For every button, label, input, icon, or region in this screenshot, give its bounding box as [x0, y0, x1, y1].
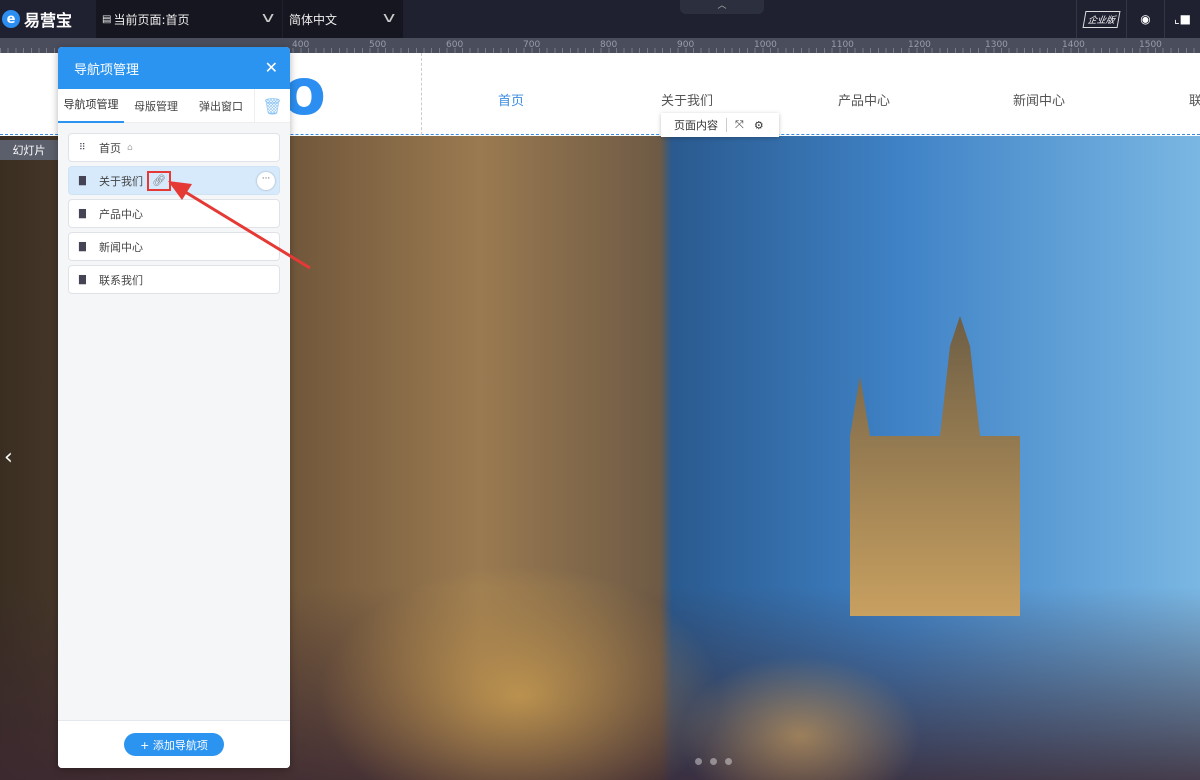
unlink-icon[interactable]: ⤧: [735, 118, 744, 132]
nav-item-contact[interactable]: ▇ 联系我们: [68, 265, 280, 294]
home-icon: ⌂: [127, 142, 133, 153]
site-nav-news[interactable]: 新闻中心: [1013, 90, 1065, 109]
preview-button[interactable]: ◉: [1126, 0, 1164, 38]
layout-button[interactable]: ⌞■: [1164, 0, 1200, 38]
logo-text: 易营宝: [24, 11, 73, 30]
site-nav-home[interactable]: 首页: [498, 90, 524, 109]
ruler-label: 800: [600, 40, 618, 50]
logo-mark: e: [2, 10, 20, 28]
chevron-up-icon: ︿: [717, 1, 727, 11]
header-divider: [421, 53, 422, 135]
site-nav-products[interactable]: 产品中心: [838, 90, 890, 109]
slideshow-label: 幻灯片: [0, 140, 58, 160]
language-value: 简体中文: [289, 12, 338, 27]
add-nav-item-button[interactable]: + 添加导航项: [124, 733, 224, 756]
nav-item-label: 新闻中心: [99, 240, 143, 254]
trash-icon[interactable]: 🗑: [254, 89, 290, 123]
tab-master[interactable]: 母版管理: [124, 98, 188, 114]
nav-item-label: 首页: [99, 141, 121, 155]
collapse-toolbar-handle[interactable]: ︿: [680, 0, 764, 14]
ruler-label: 600: [446, 40, 464, 50]
divider: [726, 118, 727, 132]
tab-nav-items[interactable]: 导航项管理: [58, 89, 124, 123]
language-selector[interactable]: 简体中文 v: [283, 0, 403, 38]
close-icon[interactable]: ✕: [265, 58, 278, 77]
edition-badge[interactable]: 企业版: [1076, 0, 1126, 38]
panel-footer: + 添加导航项: [58, 720, 290, 768]
page-icon: ▇: [79, 274, 86, 285]
ruler-label: 1500: [1139, 40, 1162, 50]
nav-item-about[interactable]: ▇ 关于我们 🔗︎ ···: [68, 166, 280, 195]
nav-item-products[interactable]: ▇ 产品中心: [68, 199, 280, 228]
page-selector[interactable]: ▤ 当前页面:首页 v: [96, 0, 282, 38]
nav-item-home[interactable]: ⠿ 首页 ⌂: [68, 133, 280, 162]
ruler-label: 500: [369, 40, 387, 50]
nav-item-label: 关于我们: [99, 174, 143, 188]
slide-prev-arrow[interactable]: ‹: [4, 445, 13, 470]
page-icon: ▇: [79, 208, 86, 219]
panel-tabs: 导航项管理 母版管理 弹出窗口 🗑: [58, 89, 290, 123]
nav-item-label: 联系我们: [99, 273, 143, 287]
site-nav-about[interactable]: 关于我们: [661, 90, 713, 109]
slide-dot[interactable]: [695, 758, 702, 765]
ruler-label: 1000: [754, 40, 777, 50]
ruler-label: 1300: [985, 40, 1008, 50]
grid-icon: ⠿: [79, 142, 86, 153]
ruler-label: 400: [292, 40, 310, 50]
ruler-label: 1200: [908, 40, 931, 50]
more-options-button[interactable]: ···: [257, 172, 275, 190]
page-content-button[interactable]: 页面内容: [674, 117, 718, 133]
page-icon: ▇: [79, 241, 86, 252]
ruler-label: 1100: [831, 40, 854, 50]
slide-dots: [695, 758, 732, 765]
ruler-label: 1400: [1062, 40, 1085, 50]
page-content-toolbar: 页面内容 ⤧ ⚙: [661, 113, 779, 137]
top-toolbar: e 易营宝 ▤ 当前页面:首页 v 简体中文 v ︿ 企业版 ◉ ⌞■: [0, 0, 1200, 38]
link-icon[interactable]: 🔗︎: [147, 170, 171, 191]
crop-icon: ⌞■: [1174, 12, 1191, 26]
cathedral-silhouette: [850, 316, 1020, 616]
nav-manager-panel: 导航项管理 ✕ 导航项管理 母版管理 弹出窗口 🗑 ⠿ 首页 ⌂ ▇ 关于我们 🔗︎ ···…: [58, 47, 290, 768]
page-selector-value: 当前页面:首页: [113, 12, 190, 27]
gear-icon[interactable]: ⚙: [754, 119, 764, 132]
eye-icon: ◉: [1140, 12, 1151, 26]
nav-item-news[interactable]: ▇ 新闻中心: [68, 232, 280, 261]
panel-header: 导航项管理 ✕: [58, 47, 290, 89]
brand-logo: e 易营宝: [0, 0, 72, 38]
chevron-down-icon: v: [382, 10, 396, 26]
page-icon: ▤: [102, 13, 112, 25]
tab-popup[interactable]: 弹出窗口: [188, 98, 254, 114]
nav-item-list: ⠿ 首页 ⌂ ▇ 关于我们 🔗︎ ··· ▇ 产品中心 ▇ 新闻中心 ▇ 联系我们: [58, 123, 290, 308]
site-nav-contact[interactable]: 联: [1189, 90, 1200, 109]
slide-dot[interactable]: [710, 758, 717, 765]
ruler-label: 700: [523, 40, 541, 50]
edition-label: 企业版: [1082, 10, 1121, 28]
nav-item-label: 产品中心: [99, 207, 143, 221]
slide-dot[interactable]: [725, 758, 732, 765]
panel-title: 导航项管理: [74, 62, 140, 78]
chevron-down-icon: v: [261, 10, 275, 26]
page-icon: ▇: [79, 175, 86, 186]
ruler-label: 900: [677, 40, 695, 50]
